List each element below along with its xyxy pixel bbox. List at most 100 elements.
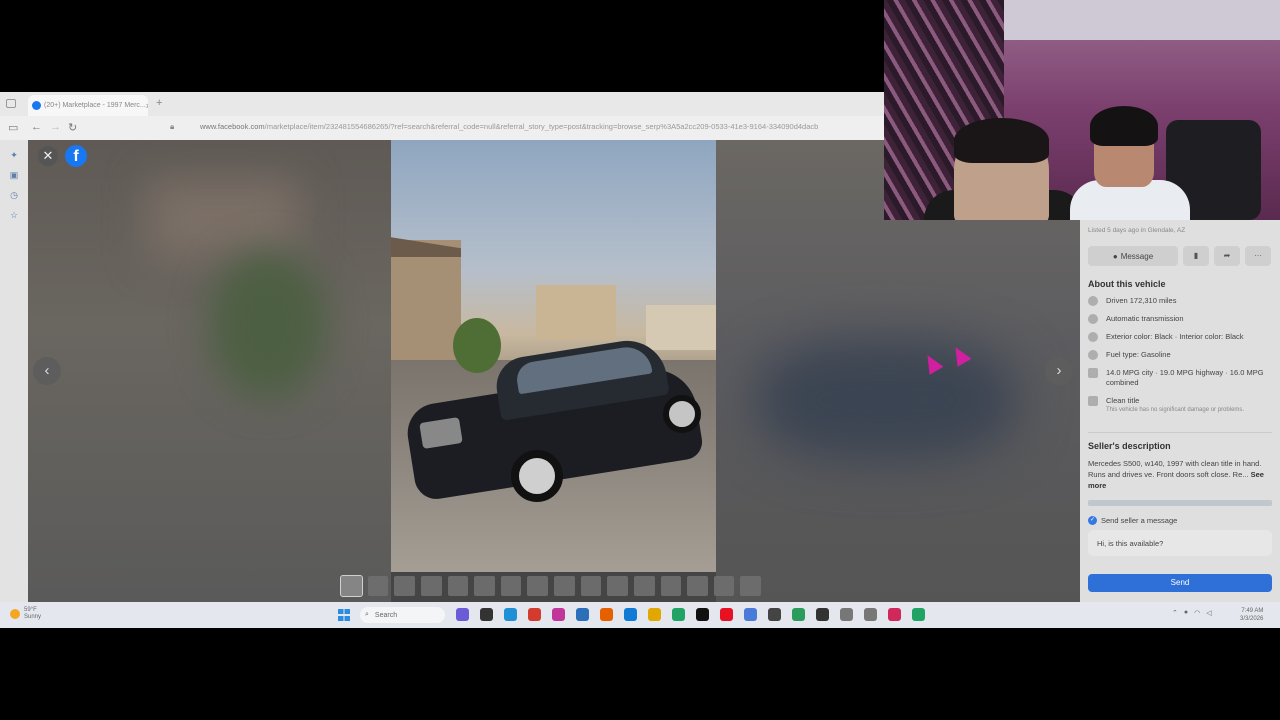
vehicle-detail-item: 14.0 MPG city · 19.0 MPG highway · 16.0 … (1088, 368, 1274, 388)
thumbnail-strip (340, 575, 761, 598)
blurred-background-left (28, 140, 391, 602)
taskbar-app-icon[interactable] (696, 608, 709, 621)
taskbar-app-icon[interactable] (888, 608, 901, 621)
taskbar-app-icon[interactable] (744, 608, 757, 621)
photo-thumbnail[interactable] (607, 576, 628, 596)
photo-thumbnail[interactable] (554, 576, 575, 596)
send-button[interactable]: Send (1088, 574, 1272, 592)
vehicle-detail-text: Driven 172,310 miles (1106, 296, 1177, 305)
url-field[interactable]: www.facebook.com/marketplace/item/232481… (200, 122, 818, 131)
photo-thumbnail[interactable] (580, 576, 602, 596)
facebook-favicon-icon (32, 101, 41, 110)
taskbar-app-icon[interactable] (840, 608, 853, 621)
photo-thumbnail[interactable] (527, 576, 548, 596)
photo-thumbnail[interactable] (447, 576, 469, 596)
location-map[interactable] (1088, 500, 1272, 506)
share-button[interactable]: ➦ (1214, 246, 1240, 266)
section-divider (1088, 432, 1272, 433)
lock-icon[interactable]: 🔒︎ (170, 122, 174, 132)
taskbar-app-icon[interactable] (864, 608, 877, 621)
taskbar-search[interactable]: ⌕ Search (360, 607, 445, 623)
url-path: /marketplace/item/232481554686265​/?ref=… (264, 122, 819, 131)
about-vehicle-heading: About this vehicle (1088, 279, 1166, 289)
vehicle-detail-text: 14.0 MPG city · 19.0 MPG highway · 16.0 … (1106, 368, 1264, 387)
taskbar-app-icon[interactable] (456, 608, 469, 621)
photo-thumbnail[interactable] (340, 575, 363, 597)
taskbar-app-icon[interactable] (504, 608, 517, 621)
seller-message-input[interactable] (1088, 530, 1272, 556)
checkmark-icon: ✓ (1088, 516, 1097, 525)
taskbar-app-icon[interactable] (528, 608, 541, 621)
photo-thumbnail[interactable] (687, 576, 708, 596)
clock-date: 3/3/2026 (1240, 616, 1264, 622)
photo-thumbnail[interactable] (367, 576, 389, 596)
weather-widget[interactable]: 59°F Sunny (10, 607, 41, 621)
vehicle-detail-item: Driven 172,310 miles (1088, 296, 1274, 306)
taskbar-app-icon[interactable] (768, 608, 781, 621)
vehicle-detail-content: Driven 172,310 miles (1106, 296, 1176, 306)
browser-tab-marketplace[interactable]: (20+) Marketplace - 1997 Merc... × (28, 95, 148, 116)
speedometer-icon (1088, 296, 1098, 306)
photo-thumbnail[interactable] (660, 576, 682, 596)
message-button-label: Message (1120, 251, 1154, 261)
windows-start-icon[interactable] (338, 609, 350, 621)
tab-actions-icon[interactable] (6, 99, 16, 108)
more-options-button[interactable]: ··· (1245, 246, 1271, 266)
photo-thumbnail[interactable] (420, 576, 442, 596)
taskbar-app-icon[interactable] (912, 608, 925, 621)
transmission-icon (1088, 314, 1098, 324)
taskbar-app-icon[interactable] (552, 608, 565, 621)
microphone-icon[interactable]: ● (1184, 609, 1188, 617)
back-icon[interactable]: ← (31, 121, 42, 133)
wifi-icon[interactable]: ◠ (1194, 609, 1200, 617)
listed-date: Listed 5 days ago in Glendale, AZ (1088, 227, 1186, 234)
taskbar-clock[interactable]: 7:49 AM 3/3/2026 (1240, 607, 1263, 623)
vehicle-detail-content: 14.0 MPG city · 19.0 MPG highway · 16.0 … (1106, 368, 1274, 388)
sidebar-toggle-icon[interactable]: ▭ (8, 121, 18, 134)
history-icon[interactable]: ◷ (9, 190, 19, 200)
url-domain: www.facebook.com (200, 122, 265, 131)
photo-thumbnail[interactable] (500, 576, 522, 596)
search-icon: ⌕ (365, 611, 369, 618)
taskbar-app-icon[interactable] (576, 608, 589, 621)
previous-photo-button[interactable]: ‹ (33, 357, 61, 385)
taskbar-app-icon[interactable] (816, 608, 829, 621)
photo-thumbnail[interactable] (633, 576, 655, 596)
favorites-icon[interactable]: ☆ (9, 210, 19, 220)
taskbar-app-icon[interactable] (672, 608, 685, 621)
facebook-logo-icon[interactable]: f (65, 145, 87, 167)
tray-chevron-icon[interactable]: ⌃ (1172, 609, 1178, 617)
volume-icon[interactable]: ◁ (1206, 609, 1211, 617)
taskbar-app-icon[interactable] (624, 608, 637, 621)
collections-icon[interactable]: ▣ (9, 170, 19, 180)
reload-icon[interactable]: ↻ (68, 121, 77, 134)
weather-temp: 59°F (24, 607, 37, 613)
taskbar-app-icon[interactable] (600, 608, 613, 621)
send-seller-message-option[interactable]: ✓ Send seller a message (1088, 516, 1177, 525)
bookmark-icon: ▮ (1193, 251, 1199, 260)
photo-thumbnail[interactable] (394, 576, 415, 596)
taskbar-app-icon[interactable] (792, 608, 805, 621)
taskbar-app-icon[interactable] (720, 608, 733, 621)
close-viewer-button[interactable]: ✕ (38, 146, 58, 166)
taskbar-app-icon[interactable] (480, 608, 493, 621)
taskbar-app-icon[interactable] (648, 608, 661, 621)
message-button[interactable]: ● Message (1088, 246, 1178, 266)
new-tab-button[interactable]: + (156, 97, 162, 109)
vehicle-detail-item: Automatic transmission (1088, 314, 1274, 324)
save-button[interactable]: ▮ (1183, 246, 1209, 266)
webcam-overlay (884, 0, 1280, 220)
photo-thumbnail[interactable] (713, 576, 735, 596)
photo-thumbnail[interactable] (740, 576, 761, 596)
vehicle-detail-content: Fuel type: Gasoline (1106, 350, 1171, 360)
fuel-icon (1088, 350, 1098, 360)
gas-pump-icon (1088, 368, 1098, 378)
copilot-icon[interactable]: ✦ (9, 150, 19, 160)
vehicle-detail-content: Clean title This vehicle has no significa… (1106, 396, 1244, 414)
photo-thumbnail[interactable] (474, 576, 495, 596)
tab-close-icon[interactable]: × (146, 101, 148, 111)
pinned-apps (456, 608, 925, 621)
next-photo-button[interactable]: › (1045, 357, 1073, 385)
send-seller-message-label: Send seller a message (1101, 516, 1178, 525)
forward-icon[interactable]: → (50, 121, 61, 133)
